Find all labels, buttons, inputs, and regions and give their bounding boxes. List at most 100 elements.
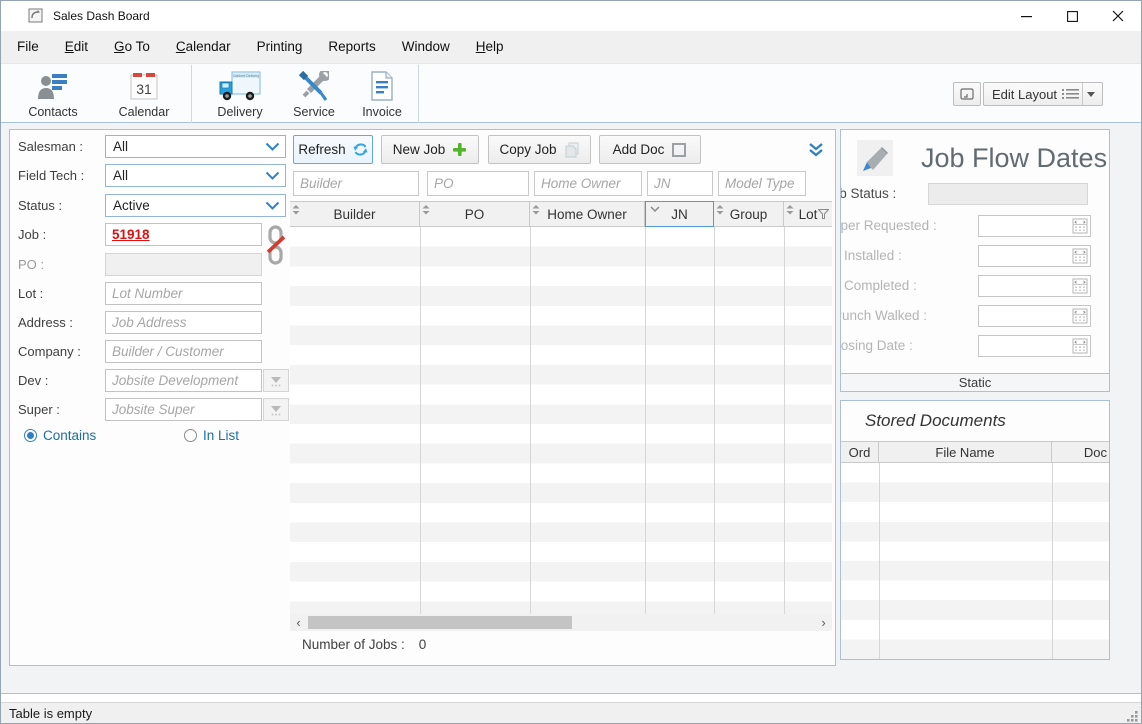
menu-file[interactable]: File	[4, 31, 52, 63]
menu-help[interactable]: Help	[463, 31, 517, 63]
dev-dropdown-button[interactable]	[263, 369, 289, 392]
quick-filter-builder[interactable]	[293, 171, 419, 196]
resize-grip-icon[interactable]	[1126, 710, 1139, 723]
job-label: Job :	[18, 223, 46, 246]
stored-documents-body	[841, 463, 1109, 659]
quick-filter-jn[interactable]	[647, 171, 713, 196]
close-button[interactable]	[1095, 1, 1141, 31]
date-picker-icon[interactable]	[1072, 308, 1088, 324]
document-box-icon	[671, 142, 687, 158]
address-input[interactable]	[105, 311, 262, 334]
scroll-right-icon: ›	[821, 615, 825, 630]
sort-icon	[292, 205, 300, 215]
dev-label: Dev :	[18, 369, 48, 392]
status-label: Status :	[18, 194, 62, 217]
lot-label: Lot :	[18, 282, 43, 305]
toolbar-separator	[191, 65, 192, 123]
super-dropdown-button[interactable]	[263, 398, 289, 421]
maximize-icon	[1067, 11, 1078, 22]
pencil-icon	[861, 144, 889, 172]
field-tech-label: Field Tech :	[18, 164, 84, 187]
toolbar-calendar-button[interactable]: 31 Calendar	[97, 65, 191, 123]
refresh-label: Refresh	[298, 142, 345, 157]
toggle-panel-button[interactable]	[953, 82, 981, 106]
column-header-ord[interactable]: Ord	[841, 442, 879, 462]
toolbar-delivery-button[interactable]: Cabinet Delivery Delivery	[198, 65, 282, 123]
menu-printing[interactable]: Printing	[244, 31, 316, 63]
collapse-filters-button[interactable]	[802, 138, 830, 162]
copy-job-button[interactable]: Copy Job	[488, 135, 591, 164]
new-job-button[interactable]: New Job	[381, 135, 479, 164]
radio-contains[interactable]	[24, 429, 37, 442]
menu-go-to[interactable]: Go To	[101, 31, 163, 63]
radio-in-list[interactable]	[184, 429, 197, 442]
quick-filter-model-type[interactable]	[718, 171, 806, 196]
new-job-label: New Job	[393, 142, 446, 157]
radio-in-list-label[interactable]: In List	[203, 428, 239, 444]
menu-reports[interactable]: Reports	[315, 31, 388, 63]
add-doc-button[interactable]: Add Doc	[599, 135, 701, 164]
column-header-group[interactable]: Group	[714, 202, 784, 226]
quick-filter-home-owner[interactable]	[534, 171, 642, 196]
super-requested-field[interactable]	[978, 215, 1091, 237]
column-header-po[interactable]: PO	[420, 202, 530, 226]
dev-input[interactable]	[105, 369, 262, 392]
super-input[interactable]	[105, 398, 262, 421]
service-tools-icon	[299, 71, 329, 101]
menu-calendar[interactable]: Calendar	[163, 31, 244, 63]
minimize-button[interactable]	[1003, 1, 1049, 31]
toolbar-separator	[418, 65, 419, 123]
scroll-right-button[interactable]: ›	[815, 614, 832, 631]
maximize-button[interactable]	[1049, 1, 1095, 31]
dropdown-arrow-icon	[270, 404, 282, 416]
chevron-down-icon	[265, 201, 280, 211]
column-header-home-owner[interactable]: Home Owner	[530, 202, 645, 226]
salesman-combo[interactable]: All	[105, 135, 286, 158]
radio-contains-label[interactable]: Contains	[43, 428, 96, 444]
toolbar-service-button[interactable]: Service	[282, 65, 346, 123]
installed-label: Installed :	[844, 245, 902, 267]
menu-edit[interactable]: Edit	[52, 31, 101, 63]
quick-filter-po[interactable]	[427, 171, 529, 196]
scrollbar-thumb[interactable]	[308, 616, 572, 629]
column-header-file-name[interactable]: File Name	[879, 442, 1052, 462]
menubar: File Edit Go To Calendar Printing Report…	[1, 31, 1141, 63]
menu-window[interactable]: Window	[389, 31, 463, 63]
status-message: Table is empty	[9, 703, 92, 724]
toolbar-contacts-button[interactable]: Contacts	[9, 65, 97, 123]
lot-input[interactable]	[105, 282, 262, 305]
toolbar-invoice-button[interactable]: Invoice	[346, 65, 418, 123]
jobs-count: Number of Jobs :0	[302, 637, 426, 652]
stored-documents-title: Stored Documents	[865, 411, 1006, 431]
company-input[interactable]	[105, 340, 262, 363]
column-header-jn[interactable]: JN	[645, 201, 714, 227]
window-title: Sales Dash Board	[53, 1, 150, 31]
date-picker-icon[interactable]	[1072, 218, 1088, 234]
edit-layout-dropdown[interactable]	[1083, 92, 1099, 97]
refresh-button[interactable]: Refresh	[293, 135, 373, 164]
date-picker-icon[interactable]	[1072, 338, 1088, 354]
column-header-doc[interactable]: Doc	[1052, 442, 1109, 462]
dropdown-arrow-icon	[270, 375, 282, 387]
toolbar: Contacts 31 Calendar Cabinet Delivery	[1, 63, 1141, 123]
installed-field[interactable]	[978, 245, 1091, 267]
date-picker-icon[interactable]	[1072, 248, 1088, 264]
super-label: Super :	[18, 398, 60, 421]
punch-walked-field[interactable]	[978, 305, 1091, 327]
closing-date-field[interactable]	[978, 335, 1091, 357]
field-tech-value: All	[113, 165, 128, 186]
horizontal-scrollbar[interactable]: ‹ ›	[290, 614, 832, 631]
field-tech-combo[interactable]: All	[105, 164, 286, 187]
unlink-icon[interactable]	[265, 224, 287, 266]
status-combo[interactable]: Active	[105, 194, 286, 217]
scroll-left-button[interactable]: ‹	[290, 614, 307, 631]
edit-dates-button[interactable]	[857, 140, 893, 176]
jobs-panel: Salesman : All Field Tech : All Status :…	[9, 129, 836, 666]
jobs-count-value: 0	[419, 637, 427, 652]
column-header-builder[interactable]: Builder	[290, 202, 420, 226]
job-input[interactable]	[105, 223, 262, 246]
completed-field[interactable]	[978, 275, 1091, 297]
date-picker-icon[interactable]	[1072, 278, 1088, 294]
column-header-lot[interactable]: Lot	[784, 202, 832, 226]
edit-layout-button[interactable]: Edit Layout	[983, 82, 1103, 106]
